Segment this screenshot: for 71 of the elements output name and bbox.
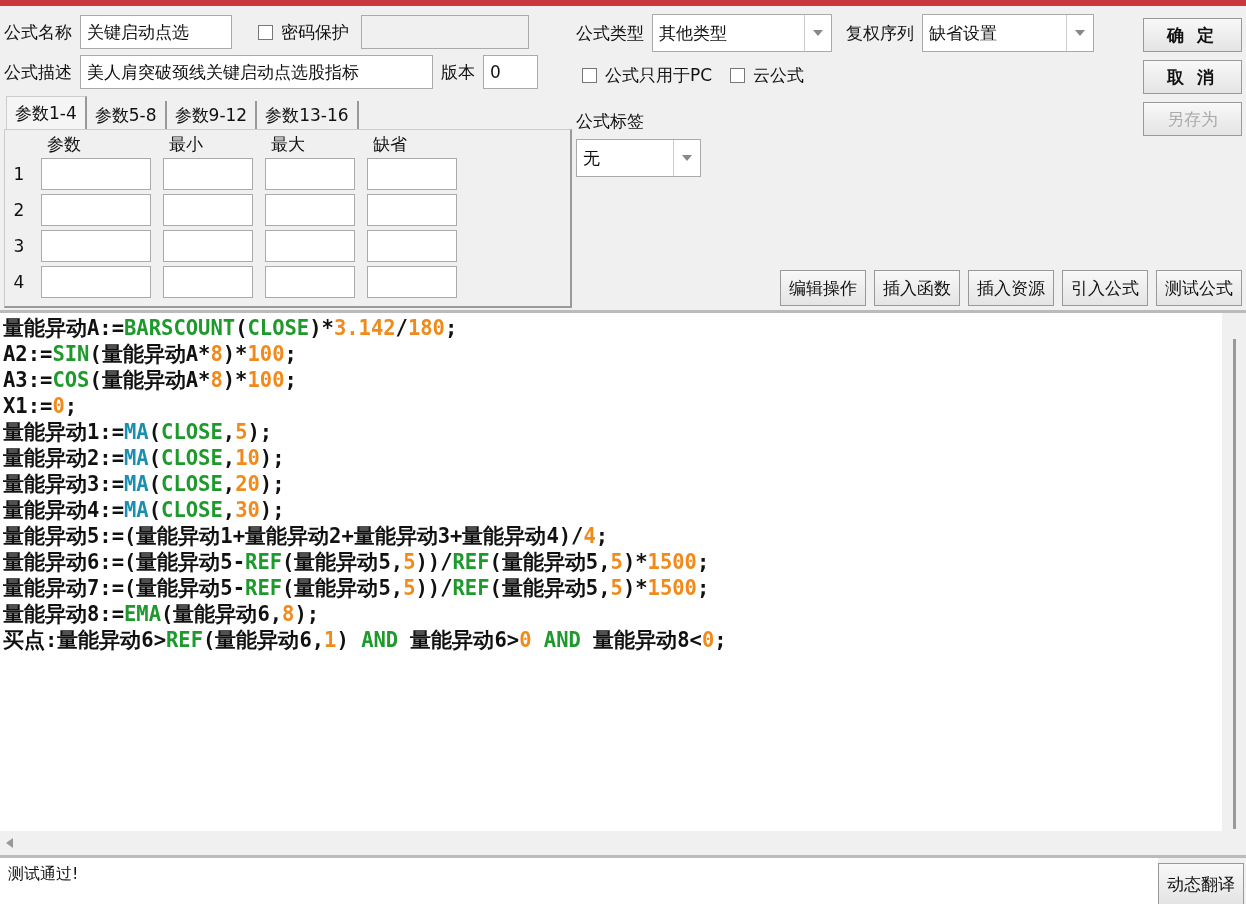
row-number: 2 xyxy=(12,200,26,220)
checkbox[interactable] xyxy=(582,67,597,83)
code-line: 买点:量能异动6>REF(量能异动6,1) AND 量能异动6>0 AND 量能异动8<0; xyxy=(3,627,728,653)
input-field[interactable] xyxy=(367,194,457,226)
code-line: 量能异动5:=(量能异动1+量能异动2+量能异动3+量能异动4)/4; xyxy=(3,523,610,549)
input-field[interactable] xyxy=(41,230,151,262)
scroll-left-icon[interactable] xyxy=(6,838,13,848)
input-field[interactable] xyxy=(265,230,355,262)
toolbar-button[interactable]: 引入公式 xyxy=(1062,270,1148,306)
dropdown[interactable]: 其他类型 xyxy=(652,14,832,52)
input-field[interactable] xyxy=(265,194,355,226)
input-field[interactable] xyxy=(367,266,457,298)
input-field[interactable] xyxy=(163,158,253,190)
toolbar-button[interactable]: 插入函数 xyxy=(874,270,960,306)
dialog-button[interactable]: 确 定 xyxy=(1143,18,1242,52)
input-field[interactable] xyxy=(265,158,355,190)
field-label: 复权序列 xyxy=(846,21,914,45)
input-field[interactable] xyxy=(367,230,457,262)
code-line: 量能异动3:=MA(CLOSE,20); xyxy=(3,471,286,497)
code-line: 量能异动4:=MA(CLOSE,30); xyxy=(3,497,286,523)
checkbox-label: 云公式 xyxy=(753,63,805,87)
input-field[interactable] xyxy=(163,266,253,298)
input-field[interactable] xyxy=(163,194,253,226)
caret-icon xyxy=(682,155,692,161)
description-field[interactable]: 美人肩突破颈线关键启动点选股指标 xyxy=(80,55,433,89)
code-line: 量能异动1:=MA(CLOSE,5); xyxy=(3,419,274,445)
toolbar-button[interactable]: 编辑操作 xyxy=(780,270,866,306)
version-field[interactable]: 0 xyxy=(483,55,538,89)
code-line: A3:=COS(量能异动A*8)*100; xyxy=(3,367,298,393)
input-field[interactable] xyxy=(41,266,151,298)
field-label: 公式标签 xyxy=(576,110,645,133)
code-line: 量能异动A:=BARSCOUNT(CLOSE)*3.142/180; xyxy=(3,315,459,341)
input-field[interactable] xyxy=(265,266,355,298)
caret-icon xyxy=(813,30,823,36)
toolbar-button[interactable]: 插入资源 xyxy=(968,270,1054,306)
caret-icon xyxy=(1075,30,1085,36)
checkbox-label: 公式只用于PC xyxy=(605,63,713,87)
input-field[interactable] xyxy=(163,230,253,262)
column-header: 缺省 xyxy=(372,134,408,154)
checkbox-label: 密码保护 xyxy=(281,20,349,44)
column-header: 参数 xyxy=(46,134,82,154)
row-number: 1 xyxy=(12,164,26,184)
field-label: 公式类型 xyxy=(576,21,644,45)
input-field[interactable] xyxy=(41,194,151,226)
name-field[interactable]: 关键启动点选 xyxy=(80,15,232,49)
horizontal-scrollbar[interactable] xyxy=(0,831,1222,855)
field-label: 公式描述 xyxy=(4,60,72,84)
field-label: 版本 xyxy=(441,60,475,84)
tab[interactable]: 参数1-4 xyxy=(6,96,87,129)
code-line: A2:=SIN(量能异动A*8)*100; xyxy=(3,341,298,367)
code-line: 量能异动6:=(量能异动5-REF(量能异动5,5))/REF(量能异动5,5)*1500; xyxy=(3,549,711,575)
column-header: 最大 xyxy=(270,134,306,154)
dropdown[interactable]: 缺省设置 xyxy=(922,14,1094,52)
input-field[interactable] xyxy=(367,158,457,190)
code-line: 量能异动2:=MA(CLOSE,10); xyxy=(3,445,286,471)
status-message: 测试通过! xyxy=(0,858,1158,904)
column-header: 最小 xyxy=(168,134,204,154)
code-line: X1:=0; xyxy=(3,393,79,419)
row-number: 3 xyxy=(12,236,26,256)
checkbox[interactable] xyxy=(730,67,746,83)
dropdown[interactable]: 无 xyxy=(576,139,701,177)
code-line: 量能异动7:=(量能异动5-REF(量能异动5,5))/REF(量能异动5,5)*1500; xyxy=(3,575,711,601)
field-label: 公式名称 xyxy=(4,20,72,44)
translate-button[interactable]: 动态翻译 xyxy=(1158,863,1244,904)
input-field[interactable] xyxy=(41,158,151,190)
toolbar-button[interactable]: 测试公式 xyxy=(1156,270,1242,306)
code-editor[interactable] xyxy=(0,313,1222,855)
row-number: 4 xyxy=(12,272,26,292)
checkbox[interactable] xyxy=(258,24,273,40)
dialog-button[interactable]: 取 消 xyxy=(1143,60,1242,94)
code-line: 量能异动8:=EMA(量能异动6,8); xyxy=(3,601,321,627)
